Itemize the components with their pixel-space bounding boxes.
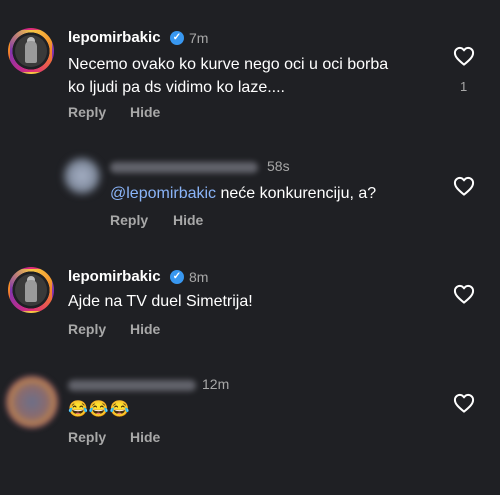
- verified-badge-icon: ✓: [170, 31, 184, 45]
- hide-button[interactable]: Hide: [130, 321, 160, 337]
- comment-text: Ajde na TV duel Simetrija!: [68, 293, 253, 310]
- reply-button[interactable]: Reply: [68, 429, 106, 445]
- mention-link[interactable]: @lepomirbakic: [110, 185, 216, 202]
- comment-username[interactable]: lepomirbakic: [68, 29, 161, 46]
- heart-outline-icon[interactable]: [453, 393, 475, 413]
- comment-text-body: neće konkurenciju, a?: [216, 185, 377, 202]
- comment-time: 58s: [267, 158, 290, 174]
- reply-button[interactable]: Reply: [110, 212, 148, 228]
- avatar[interactable]: [64, 158, 100, 194]
- heart-outline-icon[interactable]: [453, 176, 475, 196]
- heart-outline-icon[interactable]: [453, 284, 475, 304]
- reply-button[interactable]: Reply: [68, 321, 106, 337]
- avatar-figure: [25, 41, 37, 63]
- avatar[interactable]: [8, 28, 54, 74]
- avatar-image: [15, 274, 47, 306]
- comment-time: 12m: [202, 376, 230, 392]
- comment-time: 8m: [189, 269, 209, 285]
- comment-username[interactable]: lepomirbakic: [68, 268, 161, 285]
- comment-text: 😂😂😂: [68, 401, 131, 418]
- avatar-image: [15, 35, 47, 67]
- comment-time: 7m: [189, 30, 209, 46]
- hide-button[interactable]: Hide: [130, 429, 160, 445]
- verified-badge-icon: ✓: [170, 270, 184, 284]
- hide-button[interactable]: Hide: [130, 104, 160, 120]
- comment-text: @lepomirbakic neće konkurenciju, a?: [110, 182, 450, 205]
- blurred-username: [110, 162, 258, 173]
- avatar-figure: [25, 280, 37, 302]
- avatar[interactable]: [6, 376, 58, 428]
- blurred-username: [68, 380, 196, 391]
- avatar[interactable]: [8, 267, 54, 313]
- hide-button[interactable]: Hide: [173, 212, 203, 228]
- like-count: 1: [460, 79, 468, 94]
- reply-button[interactable]: Reply: [68, 104, 106, 120]
- comment-text: Necemo ovako ko kurve nego oci u oci bor…: [68, 56, 389, 96]
- heart-outline-icon[interactable]: [453, 46, 475, 66]
